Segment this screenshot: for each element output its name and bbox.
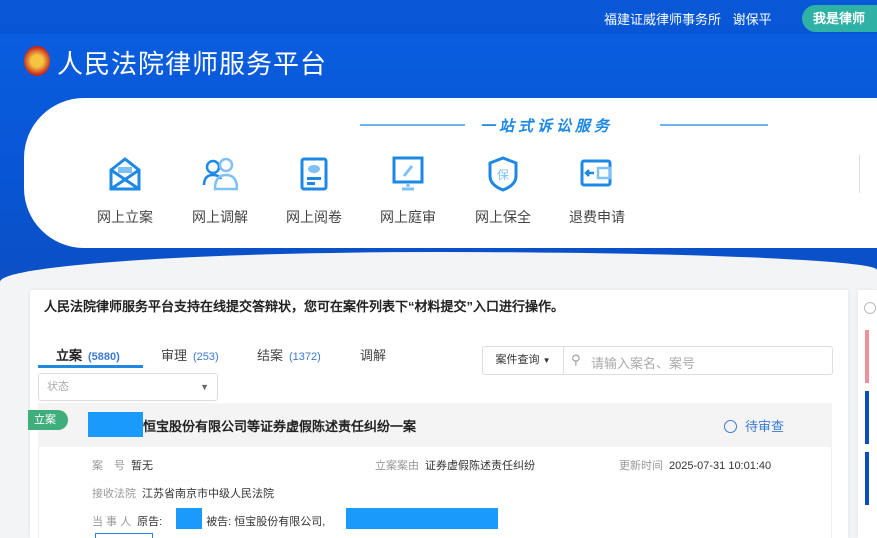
firm-name: 福建证威律师事务所	[604, 12, 722, 27]
side-item-marker	[865, 330, 869, 383]
case-cause-field: 立案案由 证券虚假陈述责任纠纷	[375, 457, 535, 473]
tab-filed[interactable]: 立案 (5880)	[56, 345, 120, 364]
tab-count: (5880)	[88, 351, 120, 363]
lawyer-button[interactable]: 我是律师	[802, 5, 877, 32]
plaintiff-label: 原告:	[137, 516, 163, 528]
slogan-text: 一站式诉讼服务	[480, 117, 614, 135]
service-online-preservation[interactable]: 保 网上保全	[463, 155, 543, 227]
service-online-file-review[interactable]: 网上阅卷	[274, 155, 354, 227]
svg-text:保: 保	[497, 168, 509, 182]
service-label: 网上庭审	[380, 209, 436, 225]
service-label: 网上阅卷	[286, 209, 342, 225]
redacted-block	[346, 508, 498, 529]
field-value: 暂无	[131, 460, 153, 472]
action-button[interactable]	[95, 533, 153, 538]
tab-label: 结案	[257, 348, 284, 363]
status-select[interactable]: 状态 ▼	[38, 373, 218, 401]
clock-icon	[724, 420, 737, 433]
status-text: 待审查	[745, 419, 785, 434]
redacted-block	[176, 508, 202, 529]
banner-wave	[0, 252, 877, 282]
user-info: 福建证威律师事务所 谢保平	[604, 9, 780, 28]
tab-count: (253)	[193, 351, 219, 363]
case-list-panel: 人民法院律师服务平台支持在线提交答辩状，您可在案件列表下“材料提交”入口进行操作…	[28, 290, 848, 538]
field-label: 接收法院	[92, 488, 136, 500]
caret-down-icon: ▼	[542, 356, 551, 365]
side-item-marker	[865, 452, 869, 505]
divider	[859, 155, 860, 193]
service-online-filing[interactable]: 网上立案	[85, 155, 165, 227]
tab-label: 审理	[161, 348, 188, 363]
field-value: 2025-07-31 10:01:40	[669, 460, 772, 472]
service-online-mediation[interactable]: 网上调解	[180, 155, 260, 227]
tab-trial[interactable]: 审理 (253)	[161, 345, 219, 364]
court-field: 接收法院 江苏省南京市中级人民法院	[92, 485, 274, 501]
divider	[360, 124, 465, 126]
service-label: 网上调解	[192, 209, 248, 225]
case-search: 案件查询 ▼ ⚲ 请输入案名、案号	[482, 346, 833, 375]
user-name[interactable]: 谢保平	[733, 12, 772, 27]
case-status-tag: 立案	[28, 410, 68, 430]
document-eye-icon	[296, 155, 332, 193]
service-refund-request[interactable]: 退费申请	[557, 155, 637, 227]
defendant-label: 被告:	[206, 516, 232, 528]
field-label: 案 号	[92, 460, 125, 472]
redacted-block	[88, 412, 143, 437]
wallet-refund-icon	[579, 155, 615, 193]
case-title[interactable]: 恒宝股份有限公司等证券虚假陈述责任纠纷一案	[143, 416, 416, 435]
tab-count: (1372)	[289, 351, 321, 363]
query-type-label: 案件查询	[495, 354, 540, 366]
updated-time-field: 更新时间 2025-07-31 10:01:40	[619, 457, 771, 473]
field-label: 立案案由	[375, 460, 419, 472]
caret-down-icon: ▼	[200, 382, 209, 392]
field-label: 当 事 人	[92, 516, 132, 528]
case-progress-status: 待审查	[724, 416, 784, 435]
tab-mediation[interactable]: 调解	[360, 345, 386, 364]
tab-label: 调解	[360, 348, 387, 363]
field-value: 证券虚假陈述责任纠纷	[425, 460, 535, 472]
case-number-field: 案 号暂无	[92, 457, 153, 473]
tab-label: 立案	[56, 348, 83, 363]
active-tab-indicator	[38, 365, 143, 368]
service-label: 网上保全	[475, 209, 531, 225]
status-placeholder: 状态	[47, 381, 69, 393]
service-label: 退费申请	[569, 209, 625, 225]
divider	[660, 124, 768, 126]
envelope-icon	[107, 155, 143, 193]
service-online-hearing[interactable]: 网上庭审	[368, 155, 448, 227]
clock-icon	[864, 302, 876, 314]
shield-icon: 保	[485, 155, 521, 193]
field-label: 更新时间	[619, 460, 663, 472]
notice-text: 人民法院律师服务平台支持在线提交答辩状，您可在案件列表下“材料提交”入口进行操作…	[44, 299, 565, 314]
gavel-screen-icon	[390, 155, 426, 193]
field-value: 江苏省南京市中级人民法院	[142, 488, 274, 500]
search-input[interactable]: 请输入案名、案号	[591, 353, 695, 372]
platform-title: 人民法院律师服务平台	[57, 49, 328, 79]
query-type-dropdown[interactable]: 案件查询 ▼	[483, 347, 564, 374]
slogan: 一站式诉讼服务	[360, 115, 770, 135]
side-item-marker	[865, 391, 869, 444]
tab-closed[interactable]: 结案 (1372)	[257, 345, 321, 364]
search-icon: ⚲	[571, 352, 581, 367]
service-label: 网上立案	[97, 209, 153, 225]
court-emblem-icon	[24, 46, 50, 76]
parties-field: 当 事 人原告: 被告: 恒宝股份有限公司,	[92, 513, 325, 529]
defendant-value: 恒宝股份有限公司,	[234, 516, 326, 528]
people-icon	[202, 155, 238, 193]
